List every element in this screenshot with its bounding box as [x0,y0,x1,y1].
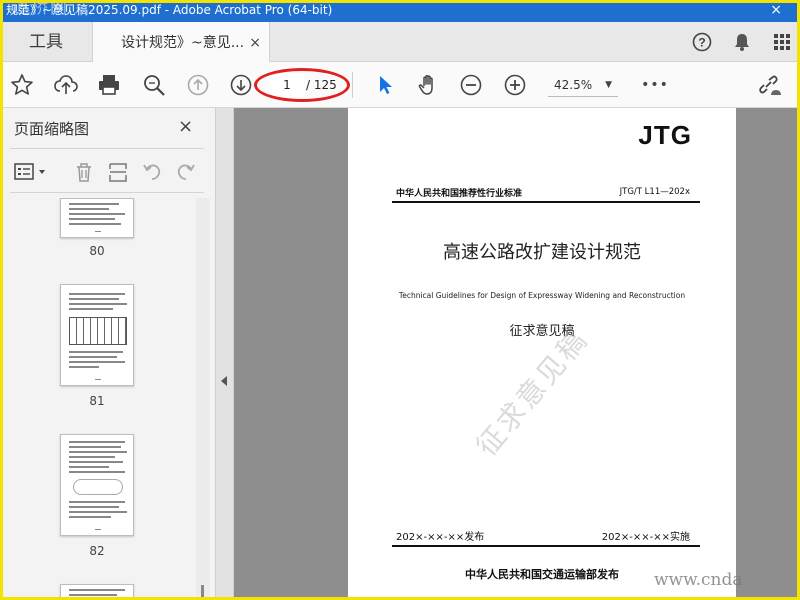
jtg-logo: JTG [638,120,692,150]
page-thumbnail-83[interactable] [60,584,134,598]
site-logo-watermark: 道桥网 [12,0,69,18]
zoom-level-select[interactable]: 42.5% ▼ [548,73,618,97]
thumbnail-options-menu[interactable] [12,160,50,184]
notification-bell-icon[interactable] [730,30,754,54]
panel-collapse-handle[interactable] [216,108,234,600]
tab-document[interactable]: 设计规范》~意见... × [92,22,270,63]
thumbnail-toolbar [10,156,206,186]
draft-watermark: 征求意见稿 [469,322,595,463]
tab-document-label: 设计规范》~意见... [121,35,245,51]
site-watermark: www.cnda [654,570,743,590]
header-rule [392,201,700,203]
thumbnail-scrollbar[interactable] [196,198,210,600]
chevron-down-icon: ▼ [605,80,612,90]
document-english-title: Technical Guidelines for Design of Expre… [398,291,686,300]
panel-close-button[interactable]: × [178,116,193,137]
chevron-left-icon [221,376,227,386]
page-thumbnail-label: 81 [89,394,105,408]
bookmark-star-icon[interactable] [7,70,37,100]
previous-page-icon[interactable] [183,70,213,100]
zoom-in-icon[interactable] [500,70,530,100]
standard-category: 中华人民共和国推荐性行业标准 [396,189,523,199]
page-thumbnail-80[interactable] [60,198,134,238]
tab-tools[interactable]: 工具 [0,22,92,62]
rotate-left-icon[interactable] [140,160,164,184]
rotate-right-icon[interactable] [174,160,198,184]
search-icon[interactable] [139,70,169,100]
thumbnail-list: 80 81 82 [0,198,196,598]
cloud-upload-icon[interactable] [51,70,81,100]
issue-date: 202×-××-××发布 [396,532,485,543]
page-thumbnail-label: 82 [89,544,105,558]
insert-page-icon[interactable] [106,160,130,184]
page-thumbnail-label: 80 [89,244,105,258]
print-icon[interactable] [94,70,124,100]
standard-code: JTG/T L11—202x [619,187,690,197]
window-close-button[interactable]: × [770,0,782,20]
panel-divider [10,192,204,193]
hand-tool-icon[interactable] [413,70,443,100]
footer-rule [392,545,700,547]
more-tools-button[interactable]: ••• [640,70,670,100]
page-thumbnail-81[interactable] [60,284,134,386]
page-thumbnail-82[interactable] [60,434,134,536]
effective-date: 202×-××-××实施 [601,532,690,543]
trash-icon[interactable] [72,160,96,184]
tab-close-button[interactable]: × [249,22,261,64]
zoom-out-icon[interactable] [456,70,486,100]
select-cursor-icon[interactable] [370,70,400,100]
next-page-icon[interactable] [226,70,256,100]
svg-text:?: ? [698,36,705,50]
draft-label: 征求意见稿 [509,324,575,339]
document-title: 高速公路改扩建设计规范 [443,242,641,263]
window-title-bar: 规范》~意见稿2025.09.pdf - Adobe Acrobat Pro (… [0,0,800,22]
share-link-icon[interactable] [754,70,784,100]
document-viewport[interactable]: JTG 中华人民共和国推荐性行业标准 JTG/T L11—202x 高速公路改扩… [234,108,800,600]
apps-grid-icon[interactable] [770,30,794,54]
thumbnail-panel: 页面缩略图 × 80 81 82 [0,108,216,600]
pdf-page: JTG 中华人民共和国推荐性行业标准 JTG/T L11—202x 高速公路改扩… [348,108,736,600]
panel-divider [10,148,204,149]
scrollbar-grip[interactable] [201,585,204,600]
panel-title: 页面缩略图 [14,120,90,138]
help-icon[interactable]: ? [690,30,714,54]
zoom-level-value: 42.5% [554,78,593,92]
main-toolbar: 1 / 125 42.5% ▼ ••• [0,62,800,108]
red-highlight-annotation [254,68,350,102]
tab-bar: 工具 设计规范》~意见... × ? [0,22,800,63]
toolbar-divider [352,72,353,98]
